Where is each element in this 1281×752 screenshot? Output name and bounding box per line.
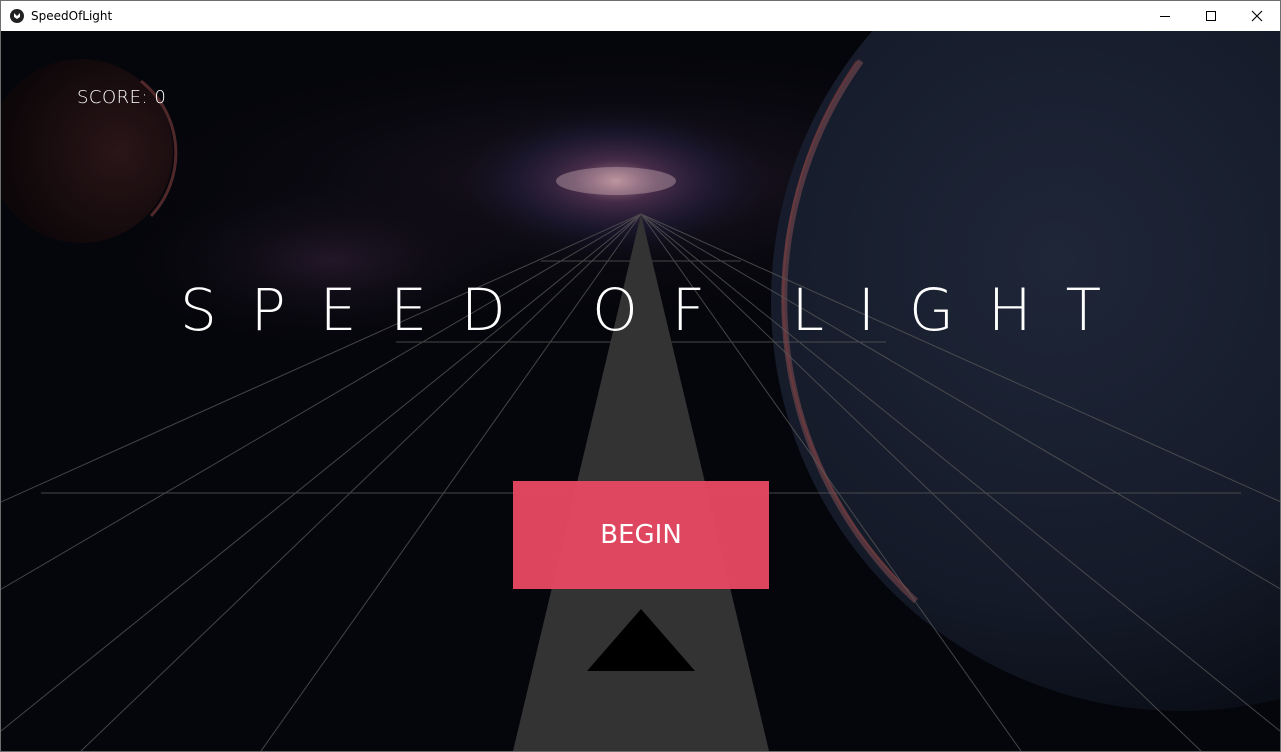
maximize-icon — [1206, 11, 1216, 21]
app-window: SpeedOfLight SCORE: 0 SPEED OF LIGHT BEG… — [0, 0, 1281, 752]
score-label: SCORE: 0 — [77, 87, 167, 108]
space-background — [1, 31, 1280, 751]
game-title: SPEED OF LIGHT — [179, 276, 1136, 344]
app-icon — [10, 9, 24, 23]
window-controls — [1142, 1, 1280, 31]
minimize-button[interactable] — [1142, 1, 1188, 31]
game-canvas[interactable]: SCORE: 0 SPEED OF LIGHT BEGIN — [1, 31, 1280, 751]
minimize-icon — [1160, 16, 1170, 17]
close-button[interactable] — [1234, 1, 1280, 31]
title-bar[interactable]: SpeedOfLight — [1, 1, 1280, 31]
window-title: SpeedOfLight — [31, 9, 113, 23]
begin-button[interactable]: BEGIN — [513, 481, 769, 589]
close-icon — [1251, 10, 1263, 22]
maximize-button[interactable] — [1188, 1, 1234, 31]
